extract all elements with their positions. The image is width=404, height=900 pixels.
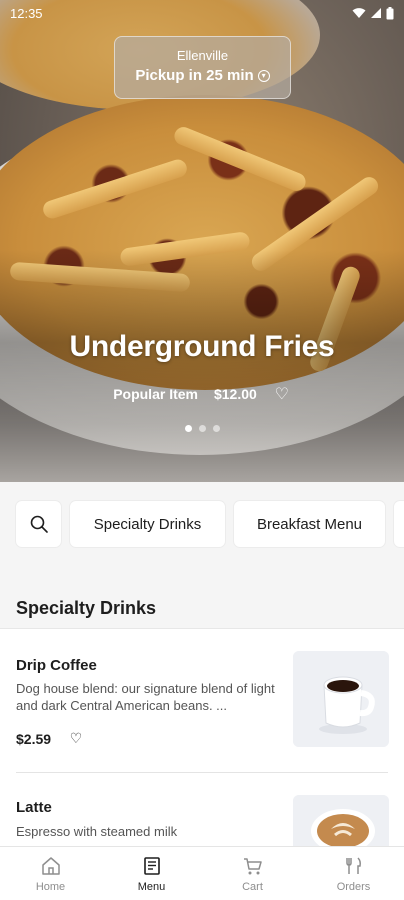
category-chip-breakfast-menu[interactable]: Breakfast Menu <box>234 501 385 547</box>
item-image-coffee <box>293 651 389 747</box>
carousel-dot[interactable] <box>212 425 220 432</box>
nav-label: Cart <box>242 880 263 893</box>
status-bar: 12:35 <box>0 0 404 26</box>
favorite-heart-icon[interactable]: ♡ <box>273 385 291 403</box>
item-name: Latte <box>16 799 52 816</box>
signal-icon <box>371 8 381 18</box>
status-icons <box>352 6 394 20</box>
pickup-selector[interactable]: Ellenville Pickup in 25 min ▾ <box>114 36 291 99</box>
pickup-time: Pickup in 25 min ▾ <box>115 67 290 84</box>
nav-item-menu[interactable]: Menu <box>101 847 202 900</box>
carousel-dot[interactable] <box>184 425 192 432</box>
search-icon <box>30 515 48 533</box>
cart-icon <box>243 857 262 874</box>
category-bar: Specialty Drinks Breakfast Menu <box>0 482 404 566</box>
menu-book-icon <box>143 856 160 875</box>
pickup-location: Ellenville <box>176 48 229 63</box>
section-title: Specialty Drinks <box>16 598 157 618</box>
nav-item-orders[interactable]: Orders <box>303 847 404 900</box>
item-name: Drip Coffee <box>16 657 97 674</box>
hero-banner[interactable]: 12:35 Ellenville Pickup in 25 min ▾ Unde… <box>0 0 404 482</box>
carousel-indicator <box>0 425 404 432</box>
utensils-icon <box>345 856 361 874</box>
category-chip-more[interactable] <box>394 501 404 547</box>
section-header: Specialty Drinks <box>0 566 404 628</box>
carousel-dot[interactable] <box>198 425 206 432</box>
category-chip-specialty-drinks[interactable]: Specialty Drinks <box>70 501 225 547</box>
item-description: Espresso with steamed milk <box>16 824 178 839</box>
hero-title: Underground Fries <box>69 330 335 363</box>
status-time: 12:35 <box>10 5 43 21</box>
coffee-cup-image <box>293 651 389 747</box>
battery-icon <box>386 6 394 19</box>
wifi-icon <box>352 8 366 18</box>
nav-item-cart[interactable]: Cart <box>202 847 303 900</box>
hero-shade <box>0 250 404 482</box>
hero-price: $12.00 <box>213 386 257 402</box>
nav-label: Home <box>35 880 66 893</box>
bottom-navigation: Home Menu Cart Orders <box>0 846 404 900</box>
menu-item[interactable]: Latte Espresso with steamed milk <box>0 773 404 855</box>
nav-item-home[interactable]: Home <box>0 847 101 900</box>
item-price: $2.59 <box>16 731 52 747</box>
favorite-heart-icon[interactable]: ♡ <box>68 730 84 746</box>
nav-label: Orders <box>336 880 371 893</box>
search-button[interactable] <box>16 501 61 547</box>
home-icon <box>41 856 60 875</box>
menu-section: Specialty Drinks Drip Coffee Dog house b… <box>0 566 404 855</box>
nav-label: Menu <box>137 880 166 893</box>
chevron-down-icon: ▾ <box>257 69 270 82</box>
hero-tag: Popular Item <box>113 386 198 402</box>
pickup-time-label: Pickup in 25 min <box>135 67 254 84</box>
hero-meta: Popular Item $12.00 ♡ <box>0 385 404 403</box>
item-description: Dog house blend: our signature blend of … <box>16 681 275 713</box>
menu-item[interactable]: Drip Coffee Dog house blend: our signatu… <box>0 628 404 773</box>
